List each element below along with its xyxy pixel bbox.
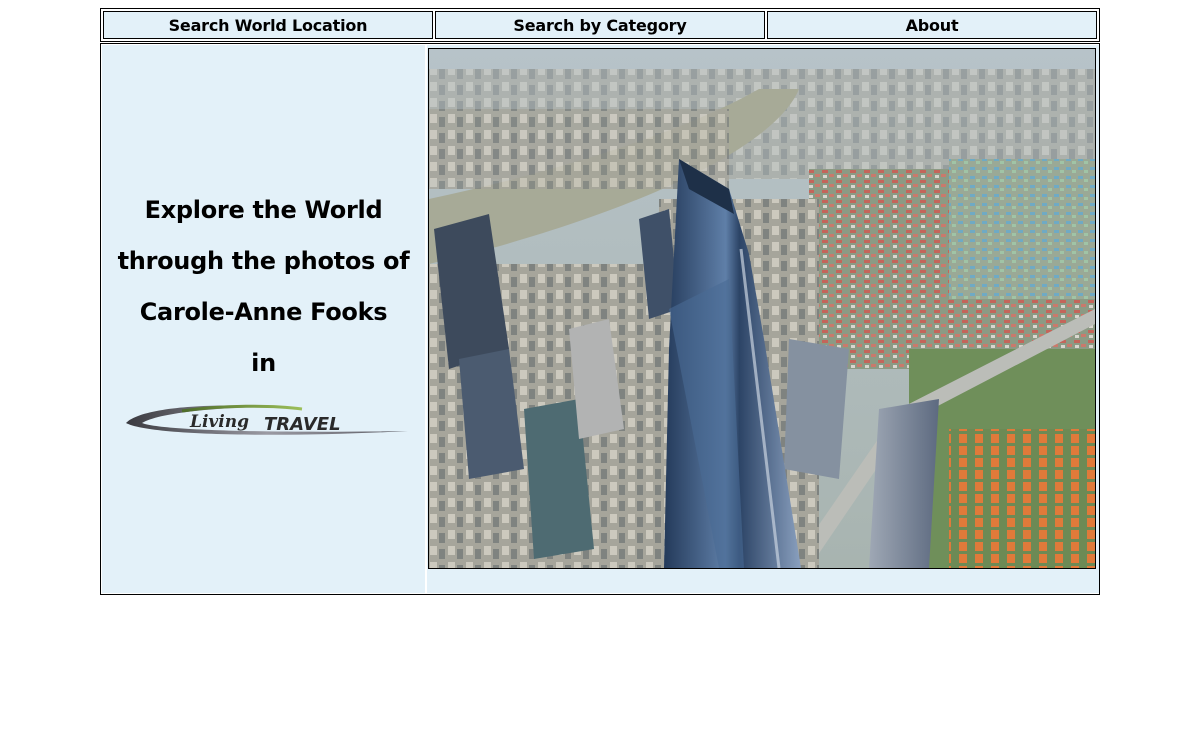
intro-text: Explore the World through the photos of … <box>102 185 425 389</box>
intro-panel: Explore the World through the photos of … <box>102 45 425 593</box>
main-content: Explore the World through the photos of … <box>100 43 1100 595</box>
intro-line-4: in <box>251 349 276 377</box>
nav-about[interactable]: About <box>767 11 1097 39</box>
living-travel-logo[interactable]: Living TRAVEL <box>122 401 408 439</box>
intro-line-1: Explore the World <box>144 196 383 224</box>
nav-search-world-location[interactable]: Search World Location <box>103 11 433 39</box>
logo-text-script: Living <box>189 412 249 432</box>
intro-line-2: through the photos of <box>117 247 410 275</box>
photo-panel <box>427 45 1099 593</box>
photo-image <box>429 49 1095 568</box>
nav-search-by-category[interactable]: Search by Category <box>435 11 765 39</box>
intro-line-3: Carole-Anne Fooks <box>139 298 388 326</box>
city-aerial-photo <box>428 48 1096 569</box>
top-navigation: Search World Location Search by Category… <box>100 8 1100 42</box>
logo-text-caps: TRAVEL <box>264 414 341 435</box>
